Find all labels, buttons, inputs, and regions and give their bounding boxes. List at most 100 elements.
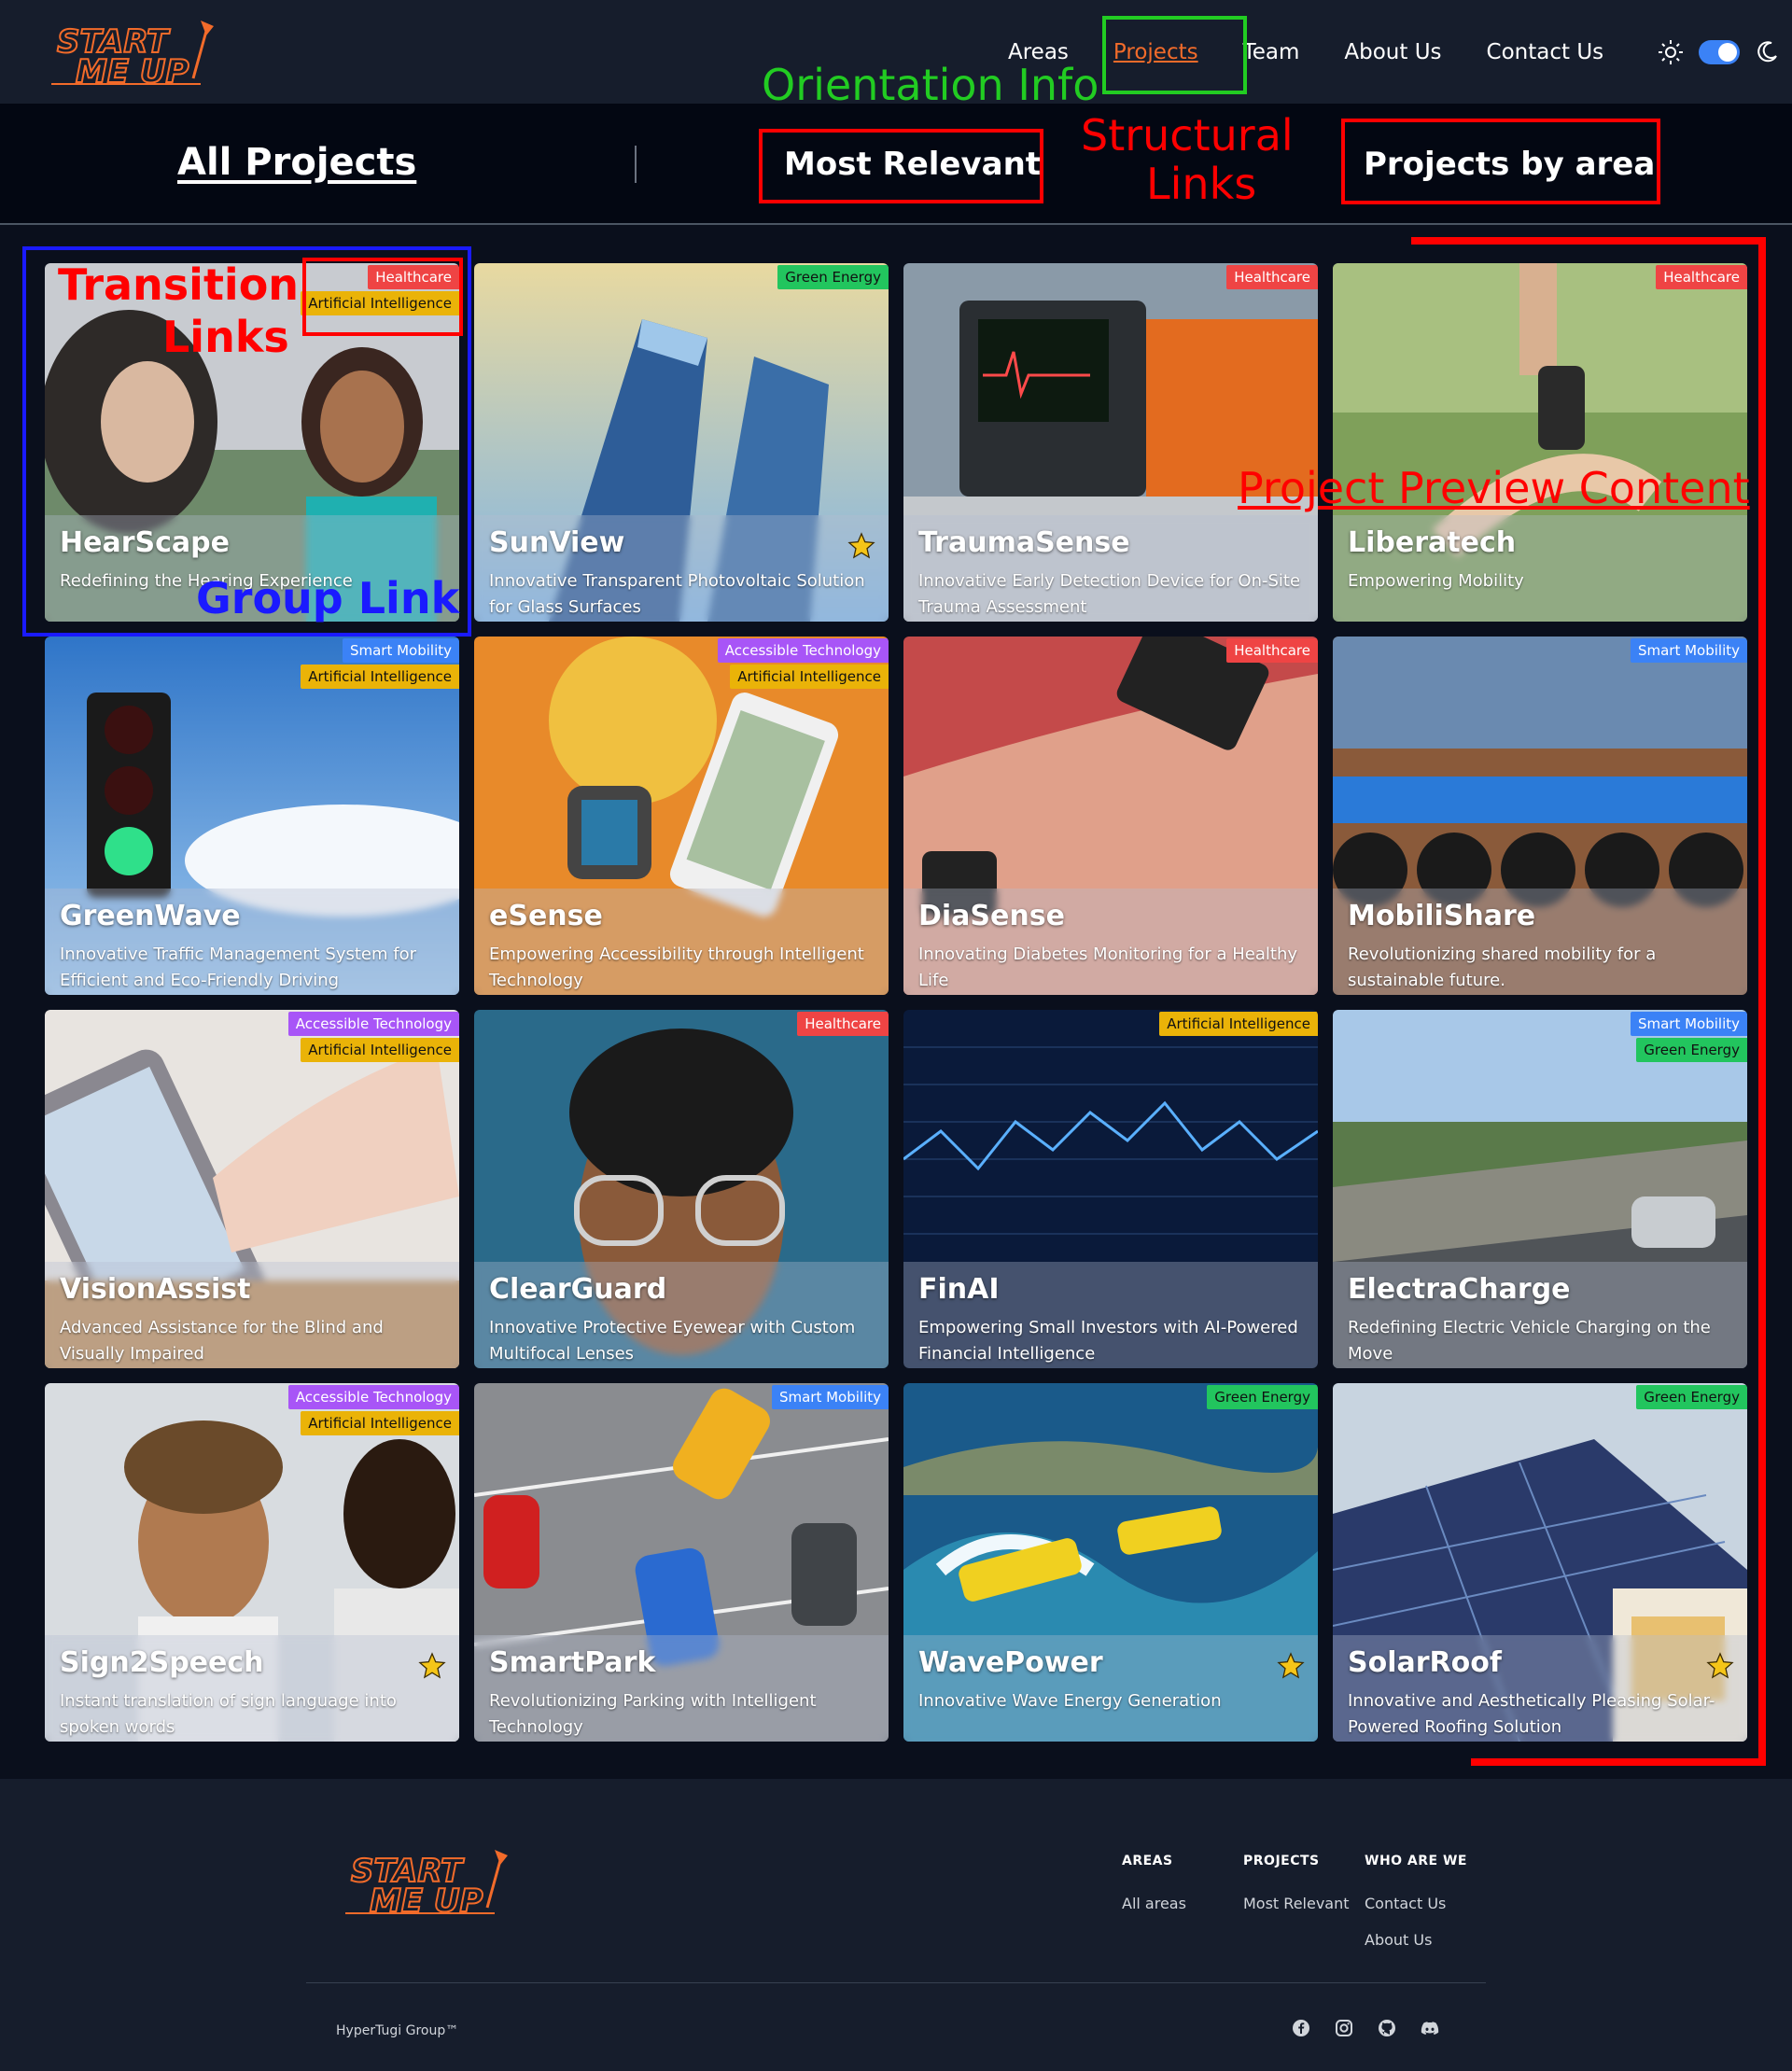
nav-about-us[interactable]: About Us (1344, 40, 1441, 64)
footer-col-areas: AREAS All areas (1122, 1854, 1186, 1912)
facebook-icon[interactable] (1292, 2019, 1310, 2037)
area-tag[interactable]: Smart Mobility (771, 1385, 889, 1409)
annotation-box-tags (302, 258, 463, 336)
project-description: Innovative Traffic Management System for… (60, 945, 417, 990)
area-tag[interactable]: Healthcare (1226, 638, 1318, 663)
project-card[interactable]: Healthcare DiaSense Innovating Diabetes Mo… (903, 637, 1318, 995)
project-card[interactable]: Green Energy SunView Innovative Transparen… (474, 263, 889, 622)
area-tag[interactable]: Artificial Intelligence (730, 665, 889, 689)
project-info: SmartPark Revolutionizing Parking with In… (474, 1635, 889, 1742)
annotation-bracket-right (1758, 237, 1766, 1766)
annotation-box-projects-by-area (1341, 119, 1660, 204)
footer-logo[interactable]: START ME UP (345, 1846, 509, 1921)
project-tags: Accessible Technology Artificial Intellig… (287, 1383, 459, 1435)
area-tag[interactable]: Accessible Technology (287, 1012, 459, 1036)
startmeup-logo[interactable]: START ME UP (51, 17, 215, 91)
annotation-box-most-relevant (759, 129, 1043, 203)
project-info: GreenWave Innovative Traffic Management S… (45, 889, 459, 995)
star-icon (1277, 1652, 1305, 1679)
footer-link-about-us[interactable]: About Us (1365, 1931, 1467, 1949)
project-title: WavePower (918, 1646, 1103, 1679)
project-tags: Smart Mobility (1630, 637, 1747, 663)
project-card[interactable]: Healthcare Liberatech Empowering Mobility (1333, 263, 1747, 622)
area-tag[interactable]: Healthcare (1226, 265, 1318, 289)
project-info: eSense Empowering Accessibility through I… (474, 889, 889, 995)
project-info: ClearGuard Innovative Protective Eyewear … (474, 1262, 889, 1368)
annotation-transition: Transition (58, 259, 300, 310)
project-title: ElectraCharge (1348, 1273, 1571, 1306)
project-title: Liberatech (1348, 526, 1517, 559)
project-info: SunView Innovative Transparent Photovolta… (474, 515, 889, 622)
project-card[interactable]: Artificial Intelligence FinAI Empowering S… (903, 1010, 1318, 1368)
footer-heading: AREAS (1122, 1854, 1173, 1868)
project-card[interactable]: Accessible Technology Artificial Intellig… (474, 637, 889, 995)
project-title: DiaSense (918, 900, 1065, 932)
all-projects-link[interactable]: All Projects (177, 141, 416, 184)
nav-team[interactable]: Team (1243, 40, 1300, 64)
project-tags: Smart Mobility Artificial Intelligence (301, 637, 459, 689)
svg-text:ME UP: ME UP (76, 53, 189, 88)
project-tags: Healthcare (797, 1010, 889, 1036)
project-description: Empowering Accessibility through Intelli… (489, 945, 864, 990)
area-tag[interactable]: Smart Mobility (1630, 1012, 1747, 1036)
project-tags: Green Energy (1207, 1383, 1318, 1409)
project-title: eSense (489, 900, 603, 932)
area-tag[interactable]: Artificial Intelligence (301, 1411, 459, 1435)
area-tag[interactable]: Green Energy (777, 265, 889, 289)
project-info: MobiliShare Revolutionizing shared mobili… (1333, 889, 1747, 995)
area-tag[interactable]: Artificial Intelligence (301, 1038, 459, 1062)
github-icon[interactable] (1378, 2019, 1396, 2037)
instagram-icon[interactable] (1335, 2019, 1353, 2037)
annotation-box-projects (1102, 16, 1247, 94)
project-tags: Accessible Technology Artificial Intellig… (717, 637, 889, 689)
footer-col-who-are-we: WHO ARE WE Contact Us About Us (1365, 1854, 1467, 1949)
svg-text:ME UP: ME UP (370, 1882, 483, 1917)
area-tag[interactable]: Green Energy (1207, 1385, 1318, 1409)
area-tag[interactable]: Accessible Technology (287, 1385, 459, 1409)
project-description: Empowering Mobility (1348, 571, 1524, 591)
project-card[interactable]: Green Energy WavePower Innovative Wave Ene… (903, 1383, 1318, 1742)
subheader-divider (635, 146, 637, 183)
footer-link-all-areas[interactable]: All areas (1122, 1895, 1186, 1912)
project-card[interactable]: Green Energy SolarRoof Innovative and Aest… (1333, 1383, 1747, 1742)
nav-contact-us[interactable]: Contact Us (1487, 40, 1604, 64)
project-title: SunView (489, 526, 625, 559)
project-tags: Accessible Technology Artificial Intellig… (287, 1010, 459, 1062)
area-tag[interactable]: Artificial Intelligence (301, 665, 459, 689)
area-tag[interactable]: Green Energy (1636, 1385, 1747, 1409)
sun-icon (1659, 40, 1683, 64)
footer-link-most-relevant[interactable]: Most Relevant (1243, 1895, 1350, 1912)
discord-icon[interactable] (1421, 2019, 1439, 2037)
area-tag[interactable]: Smart Mobility (342, 638, 459, 663)
project-card[interactable]: Smart Mobility Green Energy ElectraCharge R… (1333, 1010, 1747, 1368)
project-card[interactable]: Accessible Technology Artificial Intellig… (45, 1010, 459, 1368)
area-tag[interactable]: Artificial Intelligence (1159, 1012, 1318, 1036)
project-title: VisionAssist (60, 1273, 251, 1306)
project-tags: Green Energy (777, 263, 889, 289)
logo-icon: START ME UP (345, 1850, 508, 1921)
project-card[interactable]: Healthcare ClearGuard Innovative Protectiv… (474, 1010, 889, 1368)
project-card[interactable]: Smart Mobility SmartPark Revolutionizing P… (474, 1383, 889, 1742)
area-tag[interactable]: Green Energy (1636, 1038, 1747, 1062)
project-card[interactable]: Healthcare TraumaSense Innovative Early De… (903, 263, 1318, 622)
project-card[interactable]: Smart Mobility Artificial Intelligence Gre… (45, 637, 459, 995)
social-links (1292, 2019, 1439, 2037)
project-tags: Healthcare (1226, 263, 1318, 289)
project-title: SmartPark (489, 1646, 656, 1679)
project-title: TraumaSense (918, 526, 1130, 559)
project-card[interactable]: Accessible Technology Artificial Intellig… (45, 1383, 459, 1742)
project-description: Revolutionizing Parking with Intelligent… (489, 1691, 817, 1737)
annotation-orientation-info: Orientation Info (762, 60, 1099, 110)
area-tag[interactable]: Healthcare (797, 1012, 889, 1036)
footer-link-contact-us[interactable]: Contact Us (1365, 1895, 1467, 1912)
star-icon (1706, 1652, 1734, 1679)
area-tag[interactable]: Smart Mobility (1630, 638, 1747, 663)
area-tag[interactable]: Healthcare (1656, 265, 1747, 289)
area-tag[interactable]: Accessible Technology (717, 638, 889, 663)
logo-icon: START ME UP (51, 21, 214, 91)
project-info: TraumaSense Innovative Early Detection De… (903, 515, 1318, 622)
project-card[interactable]: Smart Mobility MobiliShare Revolutionizing… (1333, 637, 1747, 995)
theme-toggle[interactable] (1699, 40, 1740, 64)
moon-icon (1757, 41, 1777, 63)
project-info: Liberatech Empowering Mobility (1333, 515, 1747, 622)
